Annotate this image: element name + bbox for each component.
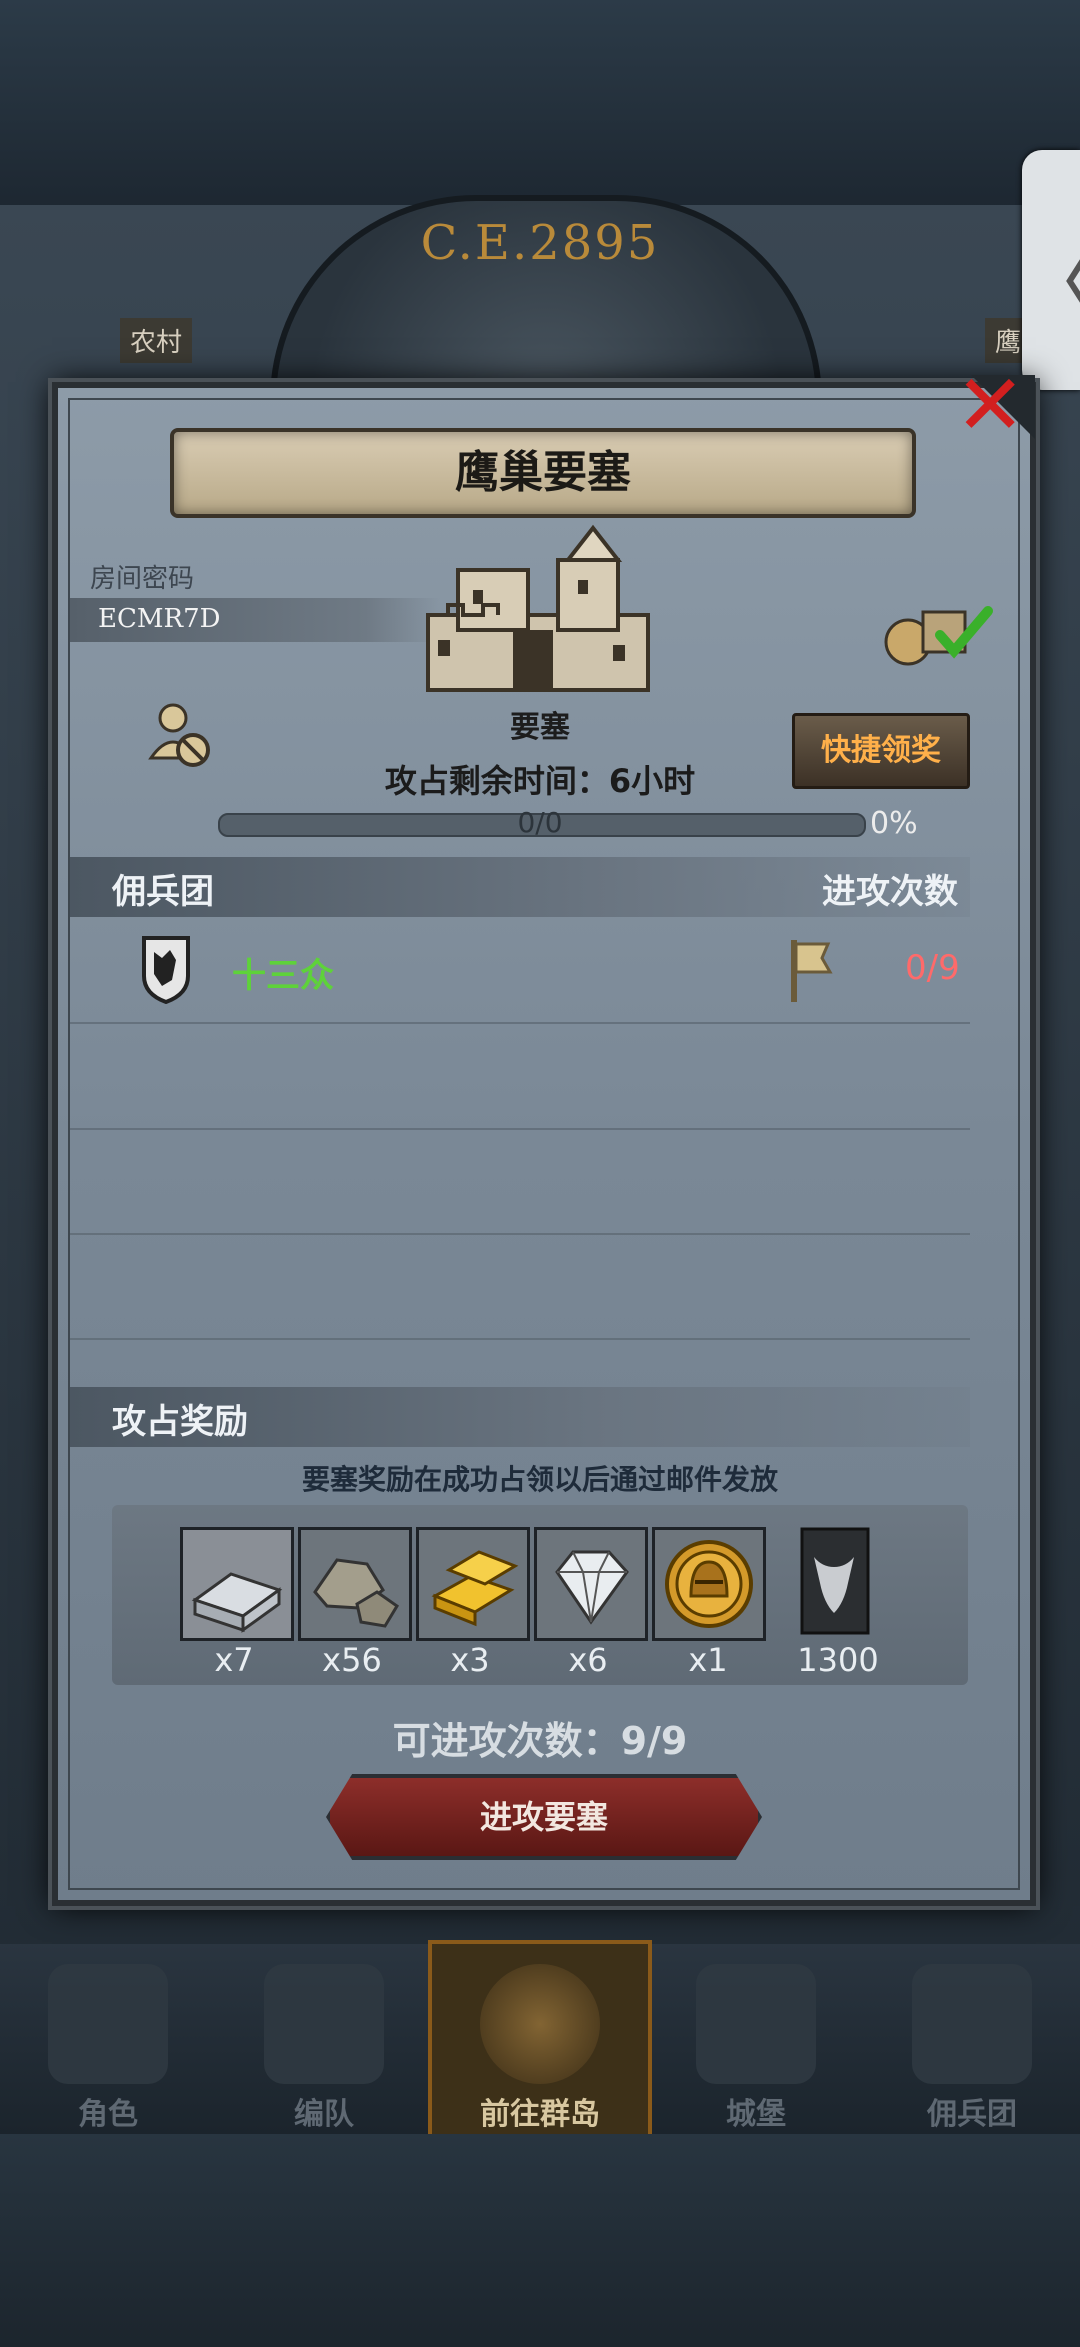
close-icon: ✕ — [955, 356, 1026, 454]
wolf-shield-icon — [142, 936, 190, 1004]
modal-title: 鹰巢要塞 — [170, 428, 916, 518]
progress-percent: 0% — [870, 806, 918, 841]
attempts-left: 可进攻次数：9/9 — [392, 1719, 688, 1763]
reward-item-stone[interactable] — [298, 1527, 412, 1641]
reward-claimed-icon — [884, 606, 993, 666]
side-label-left: 农村 — [120, 318, 193, 363]
reward-note: 要塞奖励在成功占领以后通过邮件发放 — [301, 1463, 778, 1496]
attack-fortress-button[interactable]: 进攻要塞 — [326, 1774, 762, 1860]
era-label: C.E.2895 — [420, 215, 660, 271]
nav-item-islands[interactable]: 前往群岛 — [428, 1940, 652, 2138]
room-label: 房间密码 — [90, 564, 195, 594]
bottom-strip — [0, 2134, 1080, 2347]
row-divider — [70, 1128, 970, 1130]
nav-item-mercenary[interactable]: 佣兵团 — [864, 1944, 1080, 2134]
nav-item-character[interactable]: 角色 — [0, 1944, 216, 2134]
close-button[interactable]: ✕ — [955, 363, 1035, 455]
reward-item-bull-banner[interactable] — [800, 1527, 870, 1635]
fortress-icon — [426, 524, 650, 692]
silver-ingot-icon — [183, 1530, 291, 1638]
helmet-icon — [264, 1964, 384, 2084]
row-divider — [70, 1022, 970, 1024]
reward-qty: 1300 — [797, 1641, 879, 1679]
stone-ore-icon — [301, 1530, 409, 1638]
gold-helmet-coin-icon — [655, 1530, 763, 1638]
attack-count-header: 进攻次数 — [822, 872, 958, 912]
row-divider — [70, 1233, 970, 1235]
top-background — [0, 0, 1080, 210]
reward-item-helmet-coin[interactable] — [652, 1527, 766, 1641]
row-divider — [70, 1338, 970, 1340]
tower-icon — [912, 1964, 1032, 2084]
knight-icon — [48, 1964, 168, 2084]
reward-header: 攻占奖励 — [112, 1402, 248, 1442]
reward-item-diamond[interactable] — [534, 1527, 648, 1641]
progress-text: 0/0 — [517, 806, 563, 839]
nav-item-castle[interactable]: 城堡 — [648, 1944, 864, 2134]
mercenary-name[interactable]: 十三众 — [232, 948, 334, 997]
reward-qty: x3 — [450, 1641, 490, 1679]
reward-item-silver[interactable] — [180, 1527, 294, 1641]
castle-icon — [696, 1964, 816, 2084]
reward-item-gold[interactable] — [416, 1527, 530, 1641]
bull-banner-icon — [800, 1527, 870, 1635]
mercenary-attack-count: 0/9 — [905, 948, 960, 988]
chevron-left-icon: 〈 — [1032, 235, 1080, 322]
reward-qty: x1 — [688, 1641, 728, 1679]
diamond-icon — [537, 1530, 645, 1638]
nav-item-formation[interactable]: 编队 — [216, 1944, 432, 2134]
side-drawer-tab[interactable]: 〈 — [1022, 150, 1080, 390]
compass-icon — [480, 1964, 600, 2084]
mercenary-header: 佣兵团 — [112, 872, 214, 912]
flag-icon — [791, 940, 833, 1002]
time-remaining: 攻占剩余时间：6小时 — [384, 762, 696, 800]
gold-bars-icon — [419, 1530, 527, 1638]
room-code[interactable]: ECMR7D — [98, 604, 220, 634]
reward-qty: x56 — [322, 1641, 382, 1679]
reward-qty: x6 — [568, 1641, 608, 1679]
reward-qty: x7 — [214, 1641, 254, 1679]
